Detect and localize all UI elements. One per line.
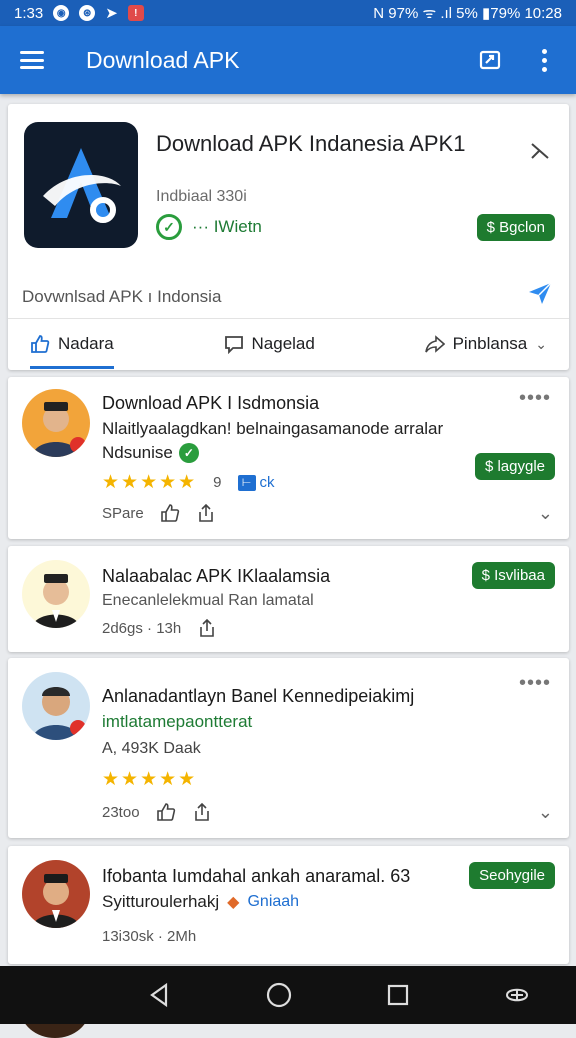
app-bar: Download APK [0,26,576,94]
avatar [22,389,90,457]
tab-like[interactable]: Nadara [30,319,114,369]
system-nav-bar [0,966,576,1024]
avatar [22,560,90,628]
tab-comment-label: Nagelad [251,334,315,353]
get-button[interactable]: $ Isvlibaa [471,562,555,589]
collapse-icon[interactable] [529,140,551,162]
post-card[interactable]: Download APK I Isdmonsia •••• Nlaitlyaal… [8,377,569,539]
send-icon: ➤ [105,5,118,22]
tag-icon: ◆ [227,894,240,911]
app-icon: ⊛ [79,5,96,21]
post-meta: SPare [102,504,144,522]
share-box-icon[interactable] [478,48,502,72]
post-card[interactable]: Nalaabalac APK IKlaalamsia $ Isvlibaa En… [8,546,569,652]
app-logo [24,122,138,248]
comment-icon [224,336,243,354]
rating-row: ★★★★★ [102,768,197,791]
star-rating: ★★★★★ [102,472,198,493]
status-time: 1:33 [14,4,44,22]
back-icon[interactable] [146,981,174,1009]
app-description: Dovwnlsad APK ı Indonsia [22,287,222,306]
tab-share[interactable]: Pinblansa ⌄ [424,319,547,369]
overflow-menu-icon[interactable] [532,48,556,72]
post-title[interactable]: Download APK I Isdmonsia [102,393,319,414]
post-meta: 23too [102,803,140,821]
tab-comment[interactable]: Nagelad [224,319,315,369]
share-out-icon[interactable] [192,802,212,822]
post-title[interactable]: Anlanadantlayn Banel Kennedipeiakimj [102,686,414,707]
badge-label: ck [259,474,275,491]
post-text-2: Ndsunise [102,443,173,462]
status-indicators: N 97% ᯤ .ıl 5% ▮79% 10:28 [373,5,562,22]
verified-status: ✓ ··· IWietn [156,214,262,240]
post-link[interactable]: Gniaah [247,893,299,911]
recents-icon[interactable] [384,981,412,1009]
app-bar-title: Download APK [86,46,240,73]
share-icon [424,335,445,353]
post-text-line: Syitturoulerhakj ◆ Gniaah [102,892,299,912]
app-subtitle: Indbiaal 330i [156,188,247,205]
expand-chevron-icon[interactable]: ⌄ [538,503,553,524]
post-title[interactable]: Nalaabalac APK IKlaalamsia [102,566,330,587]
home-icon[interactable] [265,981,293,1009]
post-link[interactable]: imtlatamepaontterat [102,712,252,732]
alert-icon: ! [127,5,144,21]
post-text: A, 493K Daak [102,740,201,757]
post-text: Nlaitlyaalagdkan! belnaingasamanode arra… [102,419,444,438]
expand-chevron-icon[interactable]: ⌄ [538,802,553,823]
share-out-icon[interactable] [196,503,216,523]
post-actions: 23too [102,802,212,822]
badge-icon: ⊢ [237,474,256,491]
post-card[interactable]: Ifobanta Iumdahal ankah anaramal. 63 Seo… [8,846,569,964]
share-out-icon[interactable] [197,618,217,638]
assistant-icon[interactable] [503,981,531,1009]
install-button[interactable]: $ Bgclon [476,214,555,241]
get-button[interactable]: $ lagygle [474,453,555,480]
avatar [22,672,90,740]
tab-share-label: Pinblansa [452,334,528,353]
chevron-down-icon: ⌄ [535,335,547,352]
thumbs-up-icon[interactable] [156,802,176,822]
more-options-icon[interactable]: •••• [519,387,551,410]
send-icon[interactable] [527,280,553,306]
post-meta: 2d6gs · 13h [102,619,182,637]
post-text: Enecanlelekmual Ran lamatal [102,592,314,609]
post-meta: 13i30sk · 2Mh [102,928,197,945]
action-tabs: Nadara Nagelad Pinblansa ⌄ [8,319,569,369]
post-text-line: Ndsunise ✓ [102,443,199,463]
thumbs-up-icon [31,335,50,353]
star-rating: ★★★★★ [102,769,198,790]
post-actions: 2d6gs · 13h [102,618,217,638]
menu-icon[interactable] [20,51,44,69]
status-bar: 1:33 ◉ ⊛ ➤ ! N 97% ᯤ .ıl 5% ▮79% 10:28 [0,0,576,26]
post-text: Syitturoulerhakj [102,892,220,911]
thumbs-up-icon[interactable] [160,503,180,523]
notification-icon: ◉ [53,5,70,21]
badge: ⊢ ck [237,474,275,491]
post-card[interactable]: Anlanadantlayn Banel Kennedipeiakimj •••… [8,658,569,838]
verified-status-label: ··· IWietn [192,217,262,236]
get-button[interactable]: Seohygile [469,862,555,889]
avatar [22,860,90,928]
check-circle-icon: ✓ [156,214,182,240]
rating-row: ★★★★★ 9 ⊢ ck [102,471,275,494]
post-title[interactable]: Ifobanta Iumdahal ankah anaramal. 63 [102,866,452,887]
post-actions: 13i30sk · 2Mh [102,928,196,945]
post-actions: SPare [102,503,216,523]
verified-icon: ✓ [178,443,199,463]
app-title: Download APK Indanesia APK1 [156,131,466,156]
rating-count: 9 [213,474,222,491]
app-detail-card: Download APK Indanesia APK1 Indbiaal 330… [8,104,569,370]
more-options-icon[interactable]: •••• [519,672,551,695]
tab-like-label: Nadara [58,334,114,353]
